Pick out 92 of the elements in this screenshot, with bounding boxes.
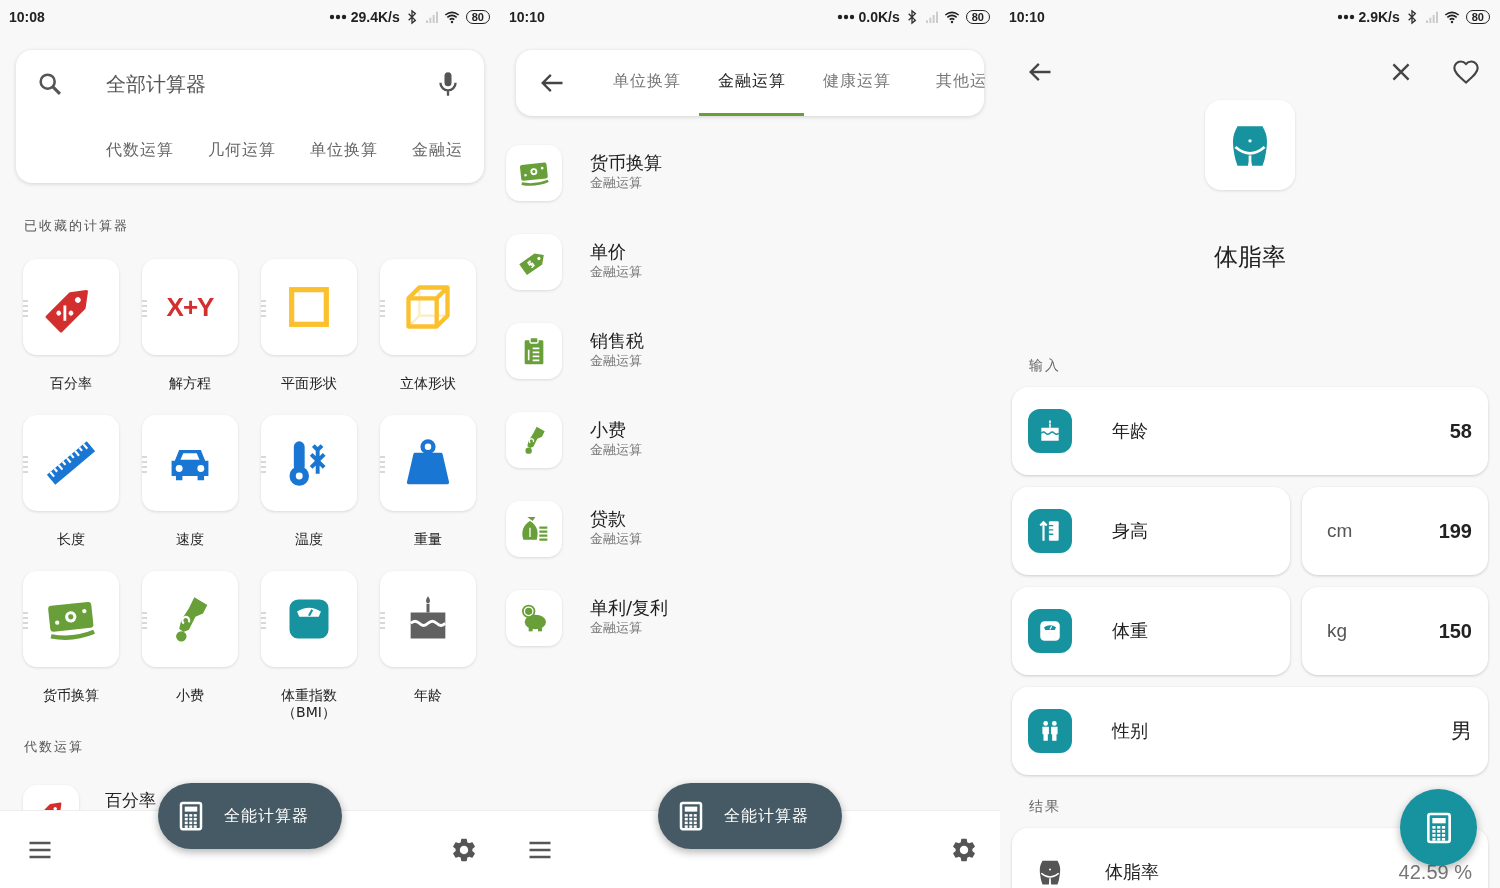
tile-label: 解方程 — [169, 375, 211, 392]
signal-icon — [1423, 9, 1440, 25]
calculator-name[interactable]: 货币换算 — [590, 152, 662, 174]
tile-label: 重量 — [414, 531, 442, 548]
calculator-category: 金融运算 — [590, 531, 642, 547]
notification-dots-icon — [836, 14, 855, 20]
drag-handle-icon[interactable] — [380, 455, 385, 473]
wifi-icon — [943, 9, 960, 25]
value-card[interactable]: kg 150 — [1302, 587, 1488, 675]
calculator-title: 体脂率 — [1214, 242, 1286, 272]
tile-label: 立体形状 — [400, 375, 456, 392]
calculator-category: 金融运算 — [590, 353, 642, 369]
input-card[interactable]: 性别 男 — [1012, 687, 1488, 775]
input-value: 58 — [1449, 419, 1472, 443]
drag-handle-icon[interactable] — [380, 299, 385, 317]
input-value: 199 — [1438, 519, 1472, 543]
status-time: 10:10 — [509, 9, 545, 25]
section-title: 结果 — [1029, 797, 1062, 815]
section-title: 已收藏的计算器 — [24, 217, 130, 235]
status-time: 10:08 — [9, 9, 45, 25]
calculator-button[interactable]: 全能计算器 — [658, 783, 842, 849]
tile-label: 速度 — [176, 531, 204, 548]
drag-handle-icon[interactable] — [142, 455, 147, 473]
drag-handle-icon[interactable] — [261, 455, 266, 473]
signal-icon — [423, 9, 440, 25]
calculator-name[interactable]: 百分率 — [105, 791, 156, 809]
scale-icon — [1037, 618, 1063, 644]
input-label: 身高 — [1112, 519, 1148, 543]
input-label: 年龄 — [1112, 419, 1148, 443]
calculator-button[interactable] — [1400, 789, 1477, 866]
status-time: 10:10 — [1009, 9, 1045, 25]
input-card[interactable]: 年龄 58 — [1012, 387, 1488, 475]
calculator-category: 金融运算 — [590, 442, 642, 458]
unit-label: cm — [1327, 520, 1353, 542]
input-card[interactable]: 体重 — [1012, 587, 1290, 675]
network-speed: 2.9K/s — [1358, 9, 1400, 25]
drag-handle-icon[interactable] — [142, 611, 147, 629]
calculator-name[interactable]: 单利/复利 — [590, 597, 669, 619]
calculator-name[interactable]: 销售税 — [590, 330, 644, 352]
calculator-category: 金融运算 — [590, 175, 642, 191]
category-chip[interactable]: 几何运算 — [208, 140, 276, 160]
heart-icon[interactable] — [1452, 58, 1480, 86]
section-title: 输入 — [1029, 356, 1062, 374]
equation-icon: X+Y — [166, 291, 214, 323]
drag-handle-icon[interactable] — [261, 299, 266, 317]
network-speed: 0.0K/s — [858, 9, 900, 25]
result-value: 42.59 % — [1398, 860, 1472, 884]
drag-handle-icon[interactable] — [23, 455, 28, 473]
calculator-button[interactable]: 全能计算器 — [158, 783, 342, 849]
calculator-name[interactable]: 单价 — [590, 241, 626, 263]
unit-label: kg — [1327, 620, 1348, 642]
calculator-category: 金融运算 — [590, 620, 642, 636]
tile-label: 体重指数（BMI） — [280, 687, 338, 721]
tile-label: 货币换算 — [43, 687, 99, 704]
value-card[interactable]: cm 199 — [1302, 487, 1488, 575]
drag-handle-icon[interactable] — [261, 611, 266, 629]
drag-handle-icon[interactable] — [142, 299, 147, 317]
network-speed: 29.4K/s — [350, 9, 400, 25]
category-tab[interactable]: 单位换算 — [594, 50, 699, 116]
tile-label: 温度 — [295, 531, 323, 548]
calculator-name[interactable]: 小费 — [590, 419, 626, 441]
category-chip[interactable]: 代数运算 — [106, 140, 174, 160]
tile-label: 年龄 — [414, 687, 442, 704]
category-tab[interactable]: 其他运 — [909, 50, 1000, 116]
wifi-icon — [443, 9, 460, 25]
tile-label: 平面形状 — [281, 375, 337, 392]
wifi-icon — [1443, 9, 1460, 25]
section-title: 代数运算 — [24, 738, 85, 756]
drag-handle-icon[interactable] — [380, 611, 385, 629]
category-chip[interactable]: 金融运 — [412, 140, 463, 160]
drag-handle-icon[interactable] — [23, 611, 28, 629]
search-icon[interactable] — [36, 70, 64, 98]
category-chip[interactable]: 单位换算 — [310, 140, 378, 160]
calculator-name[interactable]: 贷款 — [590, 508, 626, 530]
input-card[interactable]: 身高 — [1012, 487, 1290, 575]
result-label: 体脂率 — [1105, 860, 1159, 884]
category-tab[interactable]: 金融运算 — [699, 50, 804, 116]
calculator-category: 金融运算 — [590, 264, 642, 280]
input-value: 男 — [1451, 718, 1472, 744]
notification-dots-icon — [1336, 14, 1355, 20]
calculator-tile[interactable]: X+Y — [142, 259, 238, 355]
drag-handle-icon[interactable] — [23, 299, 28, 317]
search-field[interactable]: 全部计算器 — [106, 70, 206, 98]
tile-label: 百分率 — [50, 375, 92, 392]
category-tab[interactable]: 健康运算 — [804, 50, 909, 116]
tile-label: 长度 — [57, 531, 85, 548]
input-label: 性别 — [1112, 719, 1148, 743]
input-label: 体重 — [1112, 619, 1148, 643]
input-value: 150 — [1438, 619, 1472, 643]
signal-icon — [923, 9, 940, 25]
notification-dots-icon — [328, 14, 347, 20]
tile-label: 小费 — [176, 687, 204, 704]
